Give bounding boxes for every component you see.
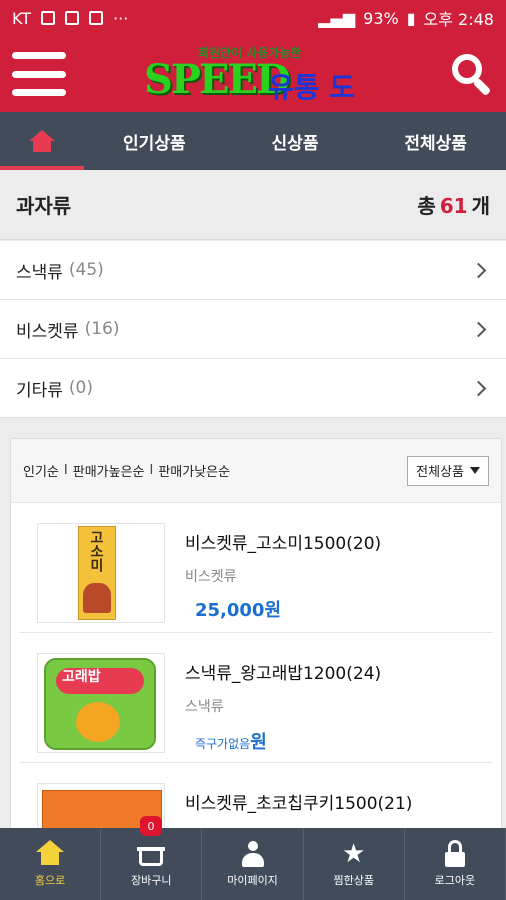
sort-bar: 인기순 I 판매가높은순 I 판매가낮은순 전체상품 xyxy=(11,439,501,503)
status-bar: KT ··· ▂▄▆ 93% ▮ 오후 2:48 xyxy=(0,0,506,36)
product-panel: 인기순 I 판매가높은순 I 판매가낮은순 전체상품 고소미 비스켓류_고소미1… xyxy=(10,438,502,883)
search-icon[interactable] xyxy=(450,52,494,97)
chevron-right-icon xyxy=(470,380,487,396)
bottom-tab-cart[interactable]: 장바구니 xyxy=(101,828,203,900)
subcategory-list: 스낵류 (45) 비스켓류 (16) 기타류 (0) xyxy=(0,241,506,418)
dropdown-arrow-icon xyxy=(470,467,480,474)
notification-icon xyxy=(41,11,56,25)
tab-home[interactable] xyxy=(0,112,84,170)
carrier-label: KT xyxy=(12,8,32,28)
total-count: 61 xyxy=(439,194,468,218)
bottom-tab-wishlist[interactable]: ★ 찜한상품 xyxy=(304,828,405,900)
product-name[interactable]: 비스켓류_고소미1500(20) xyxy=(185,529,381,554)
subcategory-item[interactable]: 기타류 (0) xyxy=(0,359,506,418)
cart-count-badge: 0 xyxy=(140,816,162,836)
hamburger-menu-icon[interactable] xyxy=(12,52,66,96)
star-icon: ★ xyxy=(342,839,366,869)
bottom-tab-logout[interactable]: 로그아웃 xyxy=(405,828,506,900)
home-icon xyxy=(36,840,65,868)
bottom-tab-mypage[interactable]: 마이페이지 xyxy=(202,828,304,900)
logo[interactable]: 회원만이 사용가능한 SPEED 유통 도매몰 xyxy=(144,44,376,144)
product-name[interactable]: 스낵류_왕고래밥1200(24) xyxy=(185,659,381,684)
filter-dropdown[interactable]: 전체상품 xyxy=(407,455,489,486)
bottom-nav: 홈으로 장바구니 마이페이지 ★ 찜한상품 로그아웃 0 xyxy=(0,816,506,900)
subcategory-item[interactable]: 스낵류 (45) xyxy=(0,241,506,300)
battery-icon: ▮ xyxy=(406,8,416,28)
product-category: 스낵류 xyxy=(185,699,224,715)
image-icon xyxy=(89,11,104,25)
product-image[interactable]: 고래밥 xyxy=(37,653,165,753)
main-nav-tabs: 인기상품 신상품 전체상품 xyxy=(0,112,506,170)
clock: 오후 2:48 xyxy=(423,10,494,29)
user-icon xyxy=(239,840,267,868)
signal-icon: ▂▄▆ xyxy=(318,8,356,28)
bottom-tab-home[interactable]: 홈으로 xyxy=(0,828,102,900)
sort-price-low[interactable]: 판매가낮은순 xyxy=(158,461,230,480)
chevron-right-icon xyxy=(470,321,487,337)
tab-popular[interactable]: 인기상품 xyxy=(84,112,225,170)
product-price: 즉구가없음원 xyxy=(195,732,267,753)
home-icon xyxy=(29,130,55,152)
category-total: 총 61 개 xyxy=(417,194,490,218)
cart-icon xyxy=(137,840,166,868)
tab-all[interactable]: 전체상품 xyxy=(365,112,506,170)
product-item[interactable]: 고래밥 스낵류_왕고래밥1200(24) 스낵류 즉구가없음원 xyxy=(19,633,493,763)
lock-icon xyxy=(441,840,469,868)
product-category: 비스켓류 xyxy=(185,569,237,585)
product-price: 25,000원 xyxy=(195,600,282,621)
battery-percent: 93% xyxy=(363,8,399,28)
product-image[interactable]: 고소미 xyxy=(37,523,165,623)
chevron-right-icon xyxy=(470,262,487,278)
category-title: 과자류 xyxy=(16,194,72,218)
app-header: 회원만이 사용가능한 SPEED 유통 도매몰 xyxy=(0,36,506,144)
notification-icon xyxy=(65,11,80,25)
sort-popular[interactable]: 인기순 xyxy=(23,461,59,480)
more-notifications-icon: ··· xyxy=(113,8,129,28)
tab-new[interactable]: 신상품 xyxy=(225,112,366,170)
product-item[interactable]: 고소미 비스켓류_고소미1500(20) 비스켓류 25,000원 xyxy=(19,503,493,633)
subcategory-item[interactable]: 비스켓류 (16) xyxy=(0,300,506,359)
product-name[interactable]: 비스켓류_초코칩쿠키1500(21) xyxy=(185,789,412,814)
category-header: 과자류 총 61 개 xyxy=(0,170,506,240)
sort-price-high[interactable]: 판매가높은순 xyxy=(73,461,145,480)
